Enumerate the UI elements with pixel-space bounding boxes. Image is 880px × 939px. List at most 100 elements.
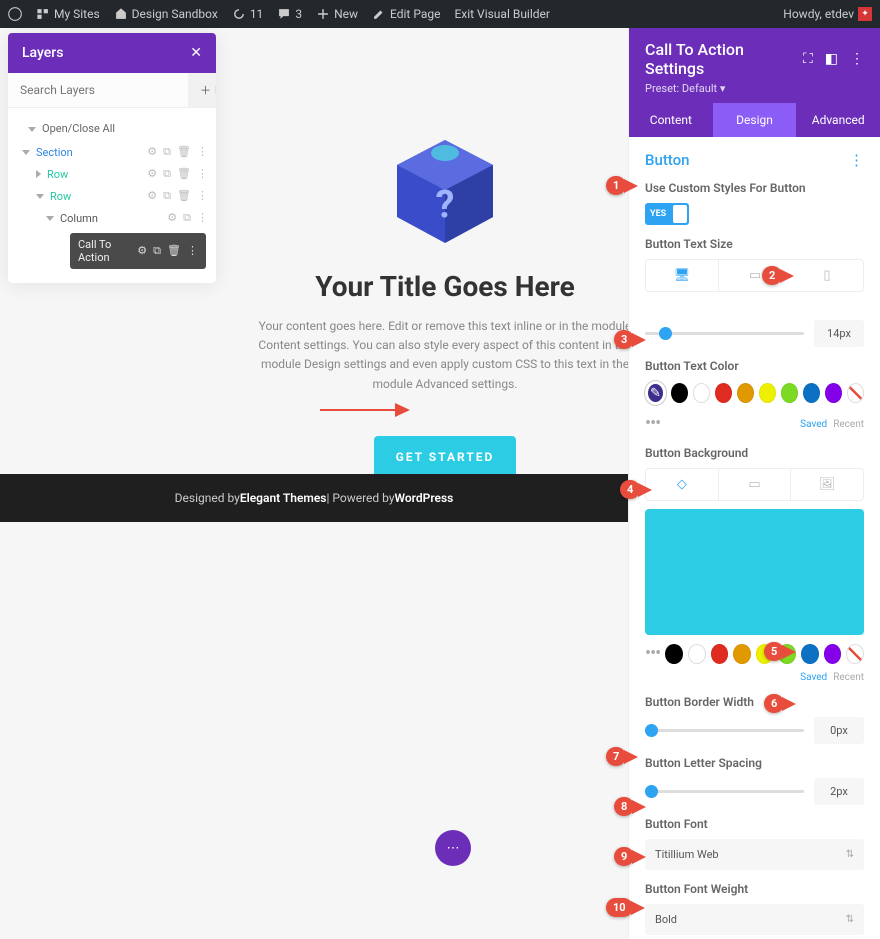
footer-wp-link[interactable]: WordPress: [395, 491, 454, 505]
cta-body-text[interactable]: Your content goes here. Edit or remove t…: [240, 317, 650, 394]
color-none[interactable]: [846, 644, 864, 664]
color-swatch[interactable]: [737, 383, 754, 403]
site-name-link[interactable]: Design Sandbox: [114, 7, 218, 21]
more-icon[interactable]: ⋮: [850, 51, 864, 67]
expand-icon[interactable]: ⛶: [803, 51, 813, 67]
saved-colors[interactable]: Saved: [800, 419, 827, 430]
hero-image: ?: [360, 130, 530, 260]
slider-border[interactable]: [645, 729, 804, 732]
snap-icon[interactable]: ◧: [825, 51, 838, 67]
page-footer: Designed by Elegant Themes | Powered by …: [0, 474, 628, 522]
duplicate-icon[interactable]: ⧉: [153, 244, 161, 258]
layer-row[interactable]: Row⚙⧉🗑⋮: [8, 185, 216, 207]
color-swatch[interactable]: [693, 383, 710, 403]
new-link[interactable]: New: [316, 7, 358, 21]
duplicate-icon[interactable]: ⧉: [163, 167, 171, 181]
more-icon[interactable]: ⋮: [849, 151, 864, 169]
more-icon[interactable]: ⋮: [197, 145, 208, 159]
color-swatch[interactable]: [825, 383, 842, 403]
swatch-more[interactable]: •••: [645, 413, 660, 434]
wp-logo-icon[interactable]: [8, 7, 22, 21]
layer-row[interactable]: Row⚙⧉🗑⋮: [8, 163, 216, 185]
layers-title: Layers: [22, 45, 63, 61]
howdy-link[interactable]: Howdy, etdev✦: [783, 7, 872, 21]
more-icon[interactable]: ⋮: [187, 244, 198, 258]
recent-colors[interactable]: Recent: [833, 672, 864, 683]
saved-colors[interactable]: Saved: [800, 672, 827, 683]
toggle-use-custom[interactable]: YES: [645, 203, 689, 225]
gear-icon[interactable]: ⚙: [137, 244, 147, 258]
cta-title[interactable]: Your Title Goes Here: [240, 270, 650, 303]
trash-icon[interactable]: 🗑: [177, 189, 191, 203]
color-swatch[interactable]: [759, 383, 776, 403]
tab-advanced[interactable]: Advanced: [796, 103, 880, 137]
edit-page-link[interactable]: Edit Page: [372, 7, 440, 21]
more-icon[interactable]: ⋮: [197, 189, 208, 203]
duplicate-icon[interactable]: ⧉: [163, 189, 171, 203]
gear-icon[interactable]: ⚙: [147, 145, 157, 159]
color-swatch[interactable]: [671, 383, 688, 403]
section-button-header[interactable]: Button: [645, 151, 690, 169]
open-close-all[interactable]: Open/Close All: [8, 116, 216, 141]
tab-design[interactable]: Design: [713, 103, 797, 137]
label-letter: Button Letter Spacing: [645, 756, 864, 770]
trash-icon[interactable]: 🗑: [177, 145, 191, 159]
color-swatch[interactable]: [781, 383, 798, 403]
color-swatch[interactable]: [824, 644, 842, 664]
gear-icon[interactable]: ⚙: [167, 211, 177, 225]
label-border: Button Border Width: [645, 695, 864, 709]
input-letter[interactable]: [814, 778, 864, 805]
color-swatch[interactable]: [711, 644, 729, 664]
slider-letter[interactable]: [645, 790, 804, 793]
color-swatch[interactable]: [733, 644, 751, 664]
my-sites-link[interactable]: My Sites: [36, 7, 100, 21]
swatch-more[interactable]: •••: [645, 643, 660, 664]
recent-colors[interactable]: Recent: [833, 419, 864, 430]
layers-filter-button[interactable]: ＋Filter: [188, 73, 216, 107]
layer-section[interactable]: Section⚙⧉🗑⋮: [8, 141, 216, 163]
more-icon[interactable]: ⋮: [197, 167, 208, 181]
duplicate-icon[interactable]: ⧉: [183, 211, 191, 225]
footer-et-link[interactable]: Elegant Themes: [240, 491, 327, 505]
close-icon[interactable]: ✕: [190, 45, 202, 61]
layers-search-input[interactable]: [8, 73, 188, 107]
bg-gradient-tab[interactable]: ▭: [719, 469, 792, 500]
color-swatch[interactable]: [803, 383, 820, 403]
gear-icon[interactable]: ⚙: [147, 167, 157, 181]
device-desktop[interactable]: 🖥: [646, 260, 719, 291]
color-none[interactable]: [847, 383, 864, 403]
updates-link[interactable]: 11: [232, 7, 264, 21]
exit-vb-link[interactable]: Exit Visual Builder: [454, 7, 550, 21]
layer-column[interactable]: Column⚙⧉⋮: [8, 207, 216, 229]
tab-content[interactable]: Content: [629, 103, 713, 137]
slider-text-size[interactable]: [645, 332, 804, 335]
gear-icon[interactable]: ⚙: [147, 189, 157, 203]
layer-cta-module[interactable]: Call To Action⚙⧉🗑⋮: [70, 233, 206, 269]
avatar-badge: ✦: [858, 7, 872, 21]
wp-admin-bar: My Sites Design Sandbox 11 3 New Edit Pa…: [0, 0, 880, 28]
color-swatch[interactable]: [715, 383, 732, 403]
builder-fab[interactable]: ⋯: [435, 830, 471, 866]
color-swatch[interactable]: [665, 644, 683, 664]
label-font: Button Font: [645, 817, 864, 831]
preset-dropdown[interactable]: Preset: Default ▾: [645, 82, 864, 95]
input-text-size[interactable]: [814, 320, 864, 347]
comments-link[interactable]: 3: [277, 7, 302, 21]
bg-color-tab[interactable]: ◇: [646, 469, 719, 500]
select-font[interactable]: Titillium Web⇅: [645, 839, 864, 870]
duplicate-icon[interactable]: ⧉: [163, 145, 171, 159]
trash-icon[interactable]: 🗑: [167, 244, 181, 258]
trash-icon[interactable]: 🗑: [177, 167, 191, 181]
bg-image-tab[interactable]: 🖼: [791, 469, 863, 500]
bg-color-preview[interactable]: [645, 509, 864, 635]
cta-button[interactable]: GET STARTED: [374, 436, 517, 478]
select-weight[interactable]: Bold⇅: [645, 904, 864, 935]
more-icon[interactable]: ⋮: [197, 211, 208, 225]
input-border[interactable]: [814, 717, 864, 744]
device-phone[interactable]: ▯: [791, 260, 863, 291]
color-swatch[interactable]: [801, 644, 819, 664]
layers-header: Layers ✕: [8, 33, 216, 73]
color-picker-button[interactable]: ✎: [645, 381, 666, 405]
color-swatch[interactable]: [688, 644, 706, 664]
marker-6: 6: [764, 694, 796, 713]
